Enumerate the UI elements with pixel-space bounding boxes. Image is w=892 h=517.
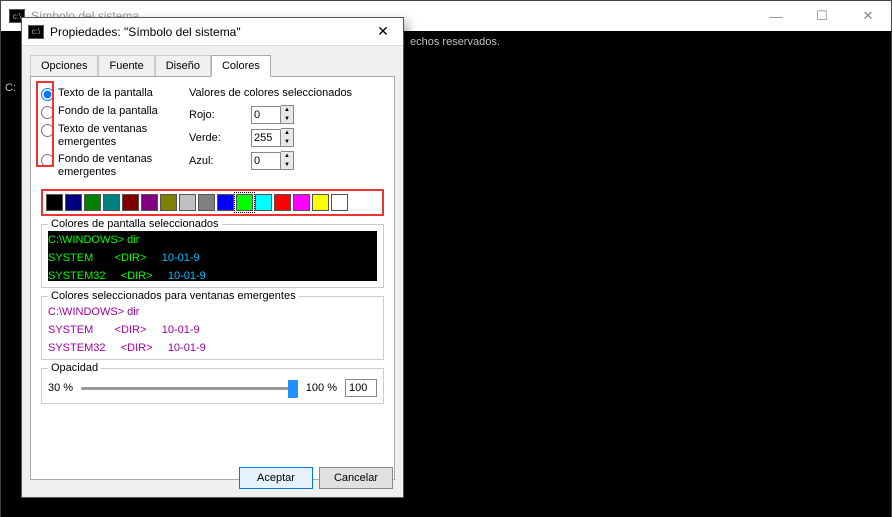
console-text: echos reservados. bbox=[410, 34, 500, 50]
tab-options[interactable]: Opciones bbox=[30, 55, 98, 77]
color-values: Valores de colores seleccionados Rojo: ▲… bbox=[189, 87, 384, 183]
red-up[interactable]: ▲ bbox=[281, 106, 293, 115]
cmd-icon: c:\ bbox=[28, 25, 44, 39]
screen-preview-group: Colores de pantalla seleccionados C:\WIN… bbox=[41, 224, 384, 288]
swatch-8[interactable] bbox=[198, 194, 215, 211]
maximize-button[interactable]: ☐ bbox=[799, 1, 845, 31]
radio-screen-bg[interactable]: Fondo de la pantalla bbox=[41, 105, 189, 119]
opacity-min: 30 % bbox=[48, 382, 73, 394]
swatch-11[interactable] bbox=[255, 194, 272, 211]
green-label: Verde: bbox=[189, 132, 251, 144]
swatch-7[interactable] bbox=[179, 194, 196, 211]
popup-preview-group: Colores seleccionados para ventanas emer… bbox=[41, 296, 384, 360]
red-down[interactable]: ▼ bbox=[281, 115, 293, 124]
swatch-3[interactable] bbox=[103, 194, 120, 211]
color-target-radios: Texto de la pantalla Fondo de la pantall… bbox=[41, 87, 189, 183]
green-down[interactable]: ▼ bbox=[281, 138, 293, 147]
slider-thumb[interactable] bbox=[288, 380, 298, 398]
opacity-group: Opacidad 30 % 100 % bbox=[41, 368, 384, 404]
blue-label: Azul: bbox=[189, 155, 251, 167]
properties-dialog: c:\ Propiedades: "Símbolo del sistema" ✕… bbox=[21, 17, 404, 498]
popup-preview-title: Colores seleccionados para ventanas emer… bbox=[48, 290, 299, 302]
dialog-titlebar: c:\ Propiedades: "Símbolo del sistema" ✕ bbox=[22, 18, 403, 46]
radio-popup-text[interactable]: Texto de ventanas emergentes bbox=[41, 123, 189, 149]
red-input[interactable] bbox=[251, 106, 281, 124]
swatch-10[interactable] bbox=[236, 194, 253, 211]
screen-preview-title: Colores de pantalla seleccionados bbox=[48, 218, 222, 230]
radio-screen-text-input[interactable] bbox=[41, 88, 54, 101]
radio-popup-bg-input[interactable] bbox=[41, 154, 54, 167]
swatch-12[interactable] bbox=[274, 194, 291, 211]
swatch-14[interactable] bbox=[312, 194, 329, 211]
swatch-15[interactable] bbox=[331, 194, 348, 211]
tab-strip: Opciones Fuente Diseño Colores bbox=[22, 46, 403, 76]
swatch-6[interactable] bbox=[160, 194, 177, 211]
color-swatches bbox=[41, 189, 384, 216]
swatch-4[interactable] bbox=[122, 194, 139, 211]
cancel-button[interactable]: Cancelar bbox=[319, 467, 393, 489]
close-button[interactable]: ✕ bbox=[845, 1, 891, 31]
screen-preview: C:\WINDOWS> dir SYSTEM <DIR> 10-01-9 SYS… bbox=[48, 231, 377, 281]
swatch-13[interactable] bbox=[293, 194, 310, 211]
blue-input[interactable] bbox=[251, 152, 281, 170]
tab-body: Texto de la pantalla Fondo de la pantall… bbox=[30, 76, 395, 480]
close-icon[interactable]: ✕ bbox=[363, 18, 403, 45]
console-prompt: C: bbox=[5, 80, 16, 96]
radio-popup-bg[interactable]: Fondo de ventanas emergentes bbox=[41, 153, 189, 179]
red-label: Rojo: bbox=[189, 109, 251, 121]
swatch-2[interactable] bbox=[84, 194, 101, 211]
radio-popup-text-input[interactable] bbox=[41, 124, 54, 137]
tab-colors[interactable]: Colores bbox=[211, 55, 271, 77]
swatch-1[interactable] bbox=[65, 194, 82, 211]
opacity-value[interactable] bbox=[345, 379, 377, 397]
swatch-0[interactable] bbox=[46, 194, 63, 211]
swatch-9[interactable] bbox=[217, 194, 234, 211]
popup-preview: C:\WINDOWS> dir SYSTEM <DIR> 10-01-9 SYS… bbox=[48, 303, 377, 353]
radio-screen-text[interactable]: Texto de la pantalla bbox=[41, 87, 189, 101]
opacity-max: 100 % bbox=[306, 382, 337, 394]
values-title: Valores de colores seleccionados bbox=[189, 87, 384, 99]
blue-up[interactable]: ▲ bbox=[281, 152, 293, 161]
opacity-title: Opacidad bbox=[48, 362, 101, 374]
radio-screen-bg-input[interactable] bbox=[41, 106, 54, 119]
dialog-title: Propiedades: "Símbolo del sistema" bbox=[50, 25, 363, 39]
swatch-5[interactable] bbox=[141, 194, 158, 211]
opacity-slider[interactable] bbox=[81, 379, 298, 397]
green-up[interactable]: ▲ bbox=[281, 129, 293, 138]
tab-layout[interactable]: Diseño bbox=[155, 55, 211, 77]
green-input[interactable] bbox=[251, 129, 281, 147]
minimize-button[interactable]: — bbox=[753, 1, 799, 31]
blue-down[interactable]: ▼ bbox=[281, 161, 293, 170]
ok-button[interactable]: Aceptar bbox=[239, 467, 313, 489]
tab-font[interactable]: Fuente bbox=[98, 55, 154, 77]
